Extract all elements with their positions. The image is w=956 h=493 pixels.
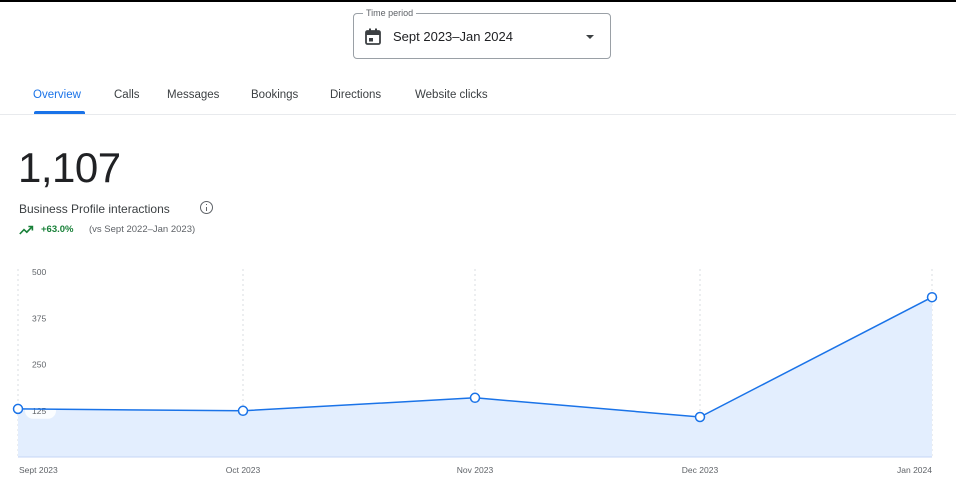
data-point[interactable] xyxy=(694,411,706,423)
tab-directions[interactable]: Directions xyxy=(330,88,381,102)
time-period-value: Sept 2023–Jan 2024 xyxy=(393,29,513,44)
y-tick-label: 375 xyxy=(32,313,46,323)
trending-up-icon xyxy=(19,225,34,235)
data-point[interactable] xyxy=(12,403,24,415)
interactions-chart: 125 250 375 500 Sept 2023 Oct 2023 Nov 2023 Dec… xyxy=(0,255,956,493)
y-tick-label: 125 xyxy=(32,406,46,416)
interactions-chart-svg: 125 250 375 500 Sept 2023 Oct 2023 Nov 2023 Dec… xyxy=(12,267,938,475)
x-tick-label: Oct 2023 xyxy=(226,465,261,475)
x-tick-label: Jan 2024 xyxy=(897,465,932,475)
active-tab-indicator xyxy=(34,111,85,114)
series-area xyxy=(18,297,932,457)
trend-comparison: (vs Sept 2022–Jan 2023) xyxy=(89,224,196,235)
tab-calls[interactable]: Calls xyxy=(114,88,140,102)
y-tick-label: 250 xyxy=(32,360,46,370)
interactions-label: Business Profile interactions xyxy=(19,202,170,216)
x-tick-label: Dec 2023 xyxy=(682,465,719,475)
chevron-down-icon xyxy=(586,35,594,39)
info-icon[interactable] xyxy=(200,201,213,214)
tab-bookings[interactable]: Bookings xyxy=(251,88,298,102)
data-point[interactable] xyxy=(926,291,938,303)
tab-website-clicks[interactable]: Website clicks xyxy=(415,88,488,102)
calendar-icon xyxy=(365,28,381,45)
time-period-select[interactable]: Time period Sept 2023–Jan 2024 xyxy=(353,7,611,59)
tab-bar: Overview Calls Messages Bookings Directi… xyxy=(0,72,956,115)
x-tick-label: Nov 2023 xyxy=(457,465,494,475)
trend-change: +63.0% xyxy=(41,224,74,235)
tab-overview[interactable]: Overview xyxy=(33,88,81,102)
y-tick-label: 500 xyxy=(32,267,46,277)
top-border xyxy=(0,0,956,2)
x-tick-label: Sept 2023 xyxy=(19,465,58,475)
data-point[interactable] xyxy=(469,392,481,404)
tab-messages[interactable]: Messages xyxy=(167,88,219,102)
data-point[interactable] xyxy=(237,405,249,417)
interactions-total: 1,107 xyxy=(18,144,121,191)
time-period-legend: Time period xyxy=(363,7,417,19)
